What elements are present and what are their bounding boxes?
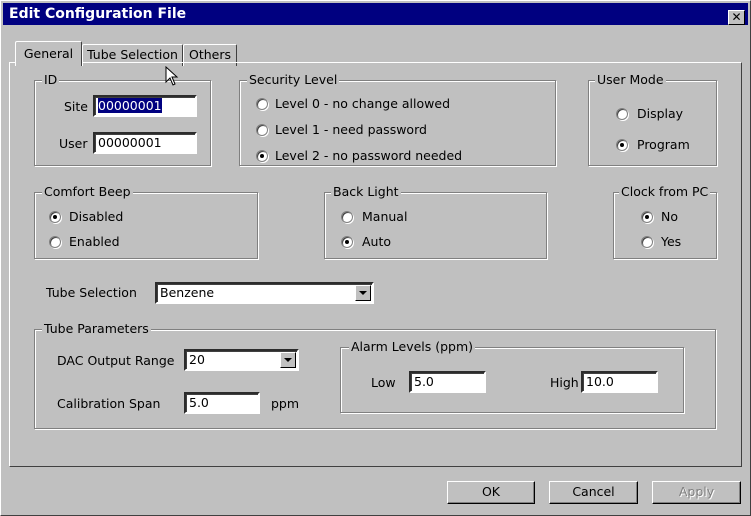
level-2-label[interactable]: Level 2 - no password needed <box>275 148 462 164</box>
manual-label[interactable]: Manual <box>362 209 407 225</box>
close-icon: ✕ <box>731 10 742 24</box>
apply-button-label: Apply <box>678 484 715 499</box>
tube-selection-value: Benzene <box>160 285 215 300</box>
manual-radio[interactable] <box>341 211 353 223</box>
dialog-window: Edit Configuration File ✕ General Tube S… <box>0 0 751 516</box>
tube-selection-label: Tube Selection <box>46 285 137 300</box>
clock-no-label[interactable]: No <box>661 209 678 225</box>
program-label[interactable]: Program <box>637 137 690 153</box>
mouse-pointer-icon <box>165 66 179 86</box>
high-alarm-input[interactable]: 10.0 <box>581 371 658 393</box>
clock-from-pc-legend: Clock from PC <box>619 184 711 199</box>
site-input[interactable]: 00000001 <box>93 95 197 117</box>
user-value: 00000001 <box>98 135 162 150</box>
dac-output-range-label: DAC Output Range <box>57 353 175 368</box>
high-alarm-value: 10.0 <box>586 374 614 389</box>
calibration-span-unit: ppm <box>271 396 300 411</box>
cancel-button[interactable]: Cancel <box>549 481 638 504</box>
tab-label: Tube Selection <box>87 47 178 62</box>
dac-output-range-dropdown[interactable]: 20 <box>184 349 299 371</box>
back-light-group <box>324 192 547 259</box>
security-level-legend: Security Level <box>247 72 340 87</box>
beep-disabled-radio[interactable] <box>49 211 61 223</box>
display-label[interactable]: Display <box>637 106 683 122</box>
user-mode-legend: User Mode <box>595 72 666 87</box>
calibration-span-input[interactable]: 5.0 <box>184 392 260 414</box>
tab-general[interactable]: General <box>15 41 82 66</box>
beep-enabled-label[interactable]: Enabled <box>69 234 120 250</box>
user-input[interactable]: 00000001 <box>93 132 197 154</box>
calibration-span-label: Calibration Span <box>57 396 161 411</box>
low-alarm-value: 5.0 <box>414 374 434 389</box>
title-bar[interactable]: Edit Configuration File ✕ <box>3 3 748 25</box>
level-2-radio[interactable] <box>256 150 268 162</box>
close-button[interactable]: ✕ <box>728 10 745 25</box>
tube-selection-dropdown[interactable]: Benzene <box>155 282 374 304</box>
radio-selected-dot <box>345 240 349 244</box>
ok-button-label: OK <box>481 484 501 499</box>
user-label: User <box>59 136 88 151</box>
tab-label: Others <box>188 47 231 62</box>
calibration-span-value: 5.0 <box>189 395 209 410</box>
window-title: Edit Configuration File <box>9 6 187 22</box>
dac-output-range-value: 20 <box>189 352 205 367</box>
level-0-radio[interactable] <box>256 98 268 110</box>
beep-disabled-label[interactable]: Disabled <box>69 209 123 225</box>
radio-selected-dot <box>620 143 624 147</box>
clock-yes-radio[interactable] <box>641 236 653 248</box>
tube-parameters-legend: Tube Parameters <box>42 321 151 336</box>
program-radio[interactable] <box>616 139 628 151</box>
cancel-button-label: Cancel <box>572 484 615 499</box>
id-group-legend: ID <box>42 72 60 87</box>
dropdown-button[interactable] <box>280 352 296 368</box>
ok-button[interactable]: OK <box>447 481 535 504</box>
display-radio[interactable] <box>616 108 628 120</box>
site-label: Site <box>64 99 88 114</box>
level-0-label[interactable]: Level 0 - no change allowed <box>275 96 450 112</box>
low-alarm-input[interactable]: 5.0 <box>409 371 486 393</box>
radio-selected-dot <box>260 154 264 158</box>
radio-selected-dot <box>53 215 57 219</box>
level-1-radio[interactable] <box>256 124 268 136</box>
auto-radio[interactable] <box>341 236 353 248</box>
back-light-legend: Back Light <box>331 184 401 199</box>
site-value: 00000001 <box>98 98 162 113</box>
low-label: Low <box>371 375 396 390</box>
dropdown-button[interactable] <box>355 285 371 301</box>
comfort-beep-legend: Comfort Beep <box>42 184 133 199</box>
level-1-label[interactable]: Level 1 - need password <box>275 122 427 138</box>
auto-label[interactable]: Auto <box>362 234 391 250</box>
user-mode-group <box>588 80 717 166</box>
chevron-down-icon <box>359 291 367 295</box>
beep-enabled-radio[interactable] <box>49 236 61 248</box>
comfort-beep-group <box>34 192 258 259</box>
tab-label: General <box>23 46 74 61</box>
apply-button[interactable]: Apply <box>652 481 741 504</box>
clock-yes-label[interactable]: Yes <box>661 234 681 250</box>
chevron-down-icon <box>284 358 292 362</box>
alarm-levels-legend: Alarm Levels (ppm) <box>349 339 476 354</box>
radio-selected-dot <box>645 215 649 219</box>
clock-no-radio[interactable] <box>641 211 653 223</box>
high-label: High <box>550 375 579 390</box>
